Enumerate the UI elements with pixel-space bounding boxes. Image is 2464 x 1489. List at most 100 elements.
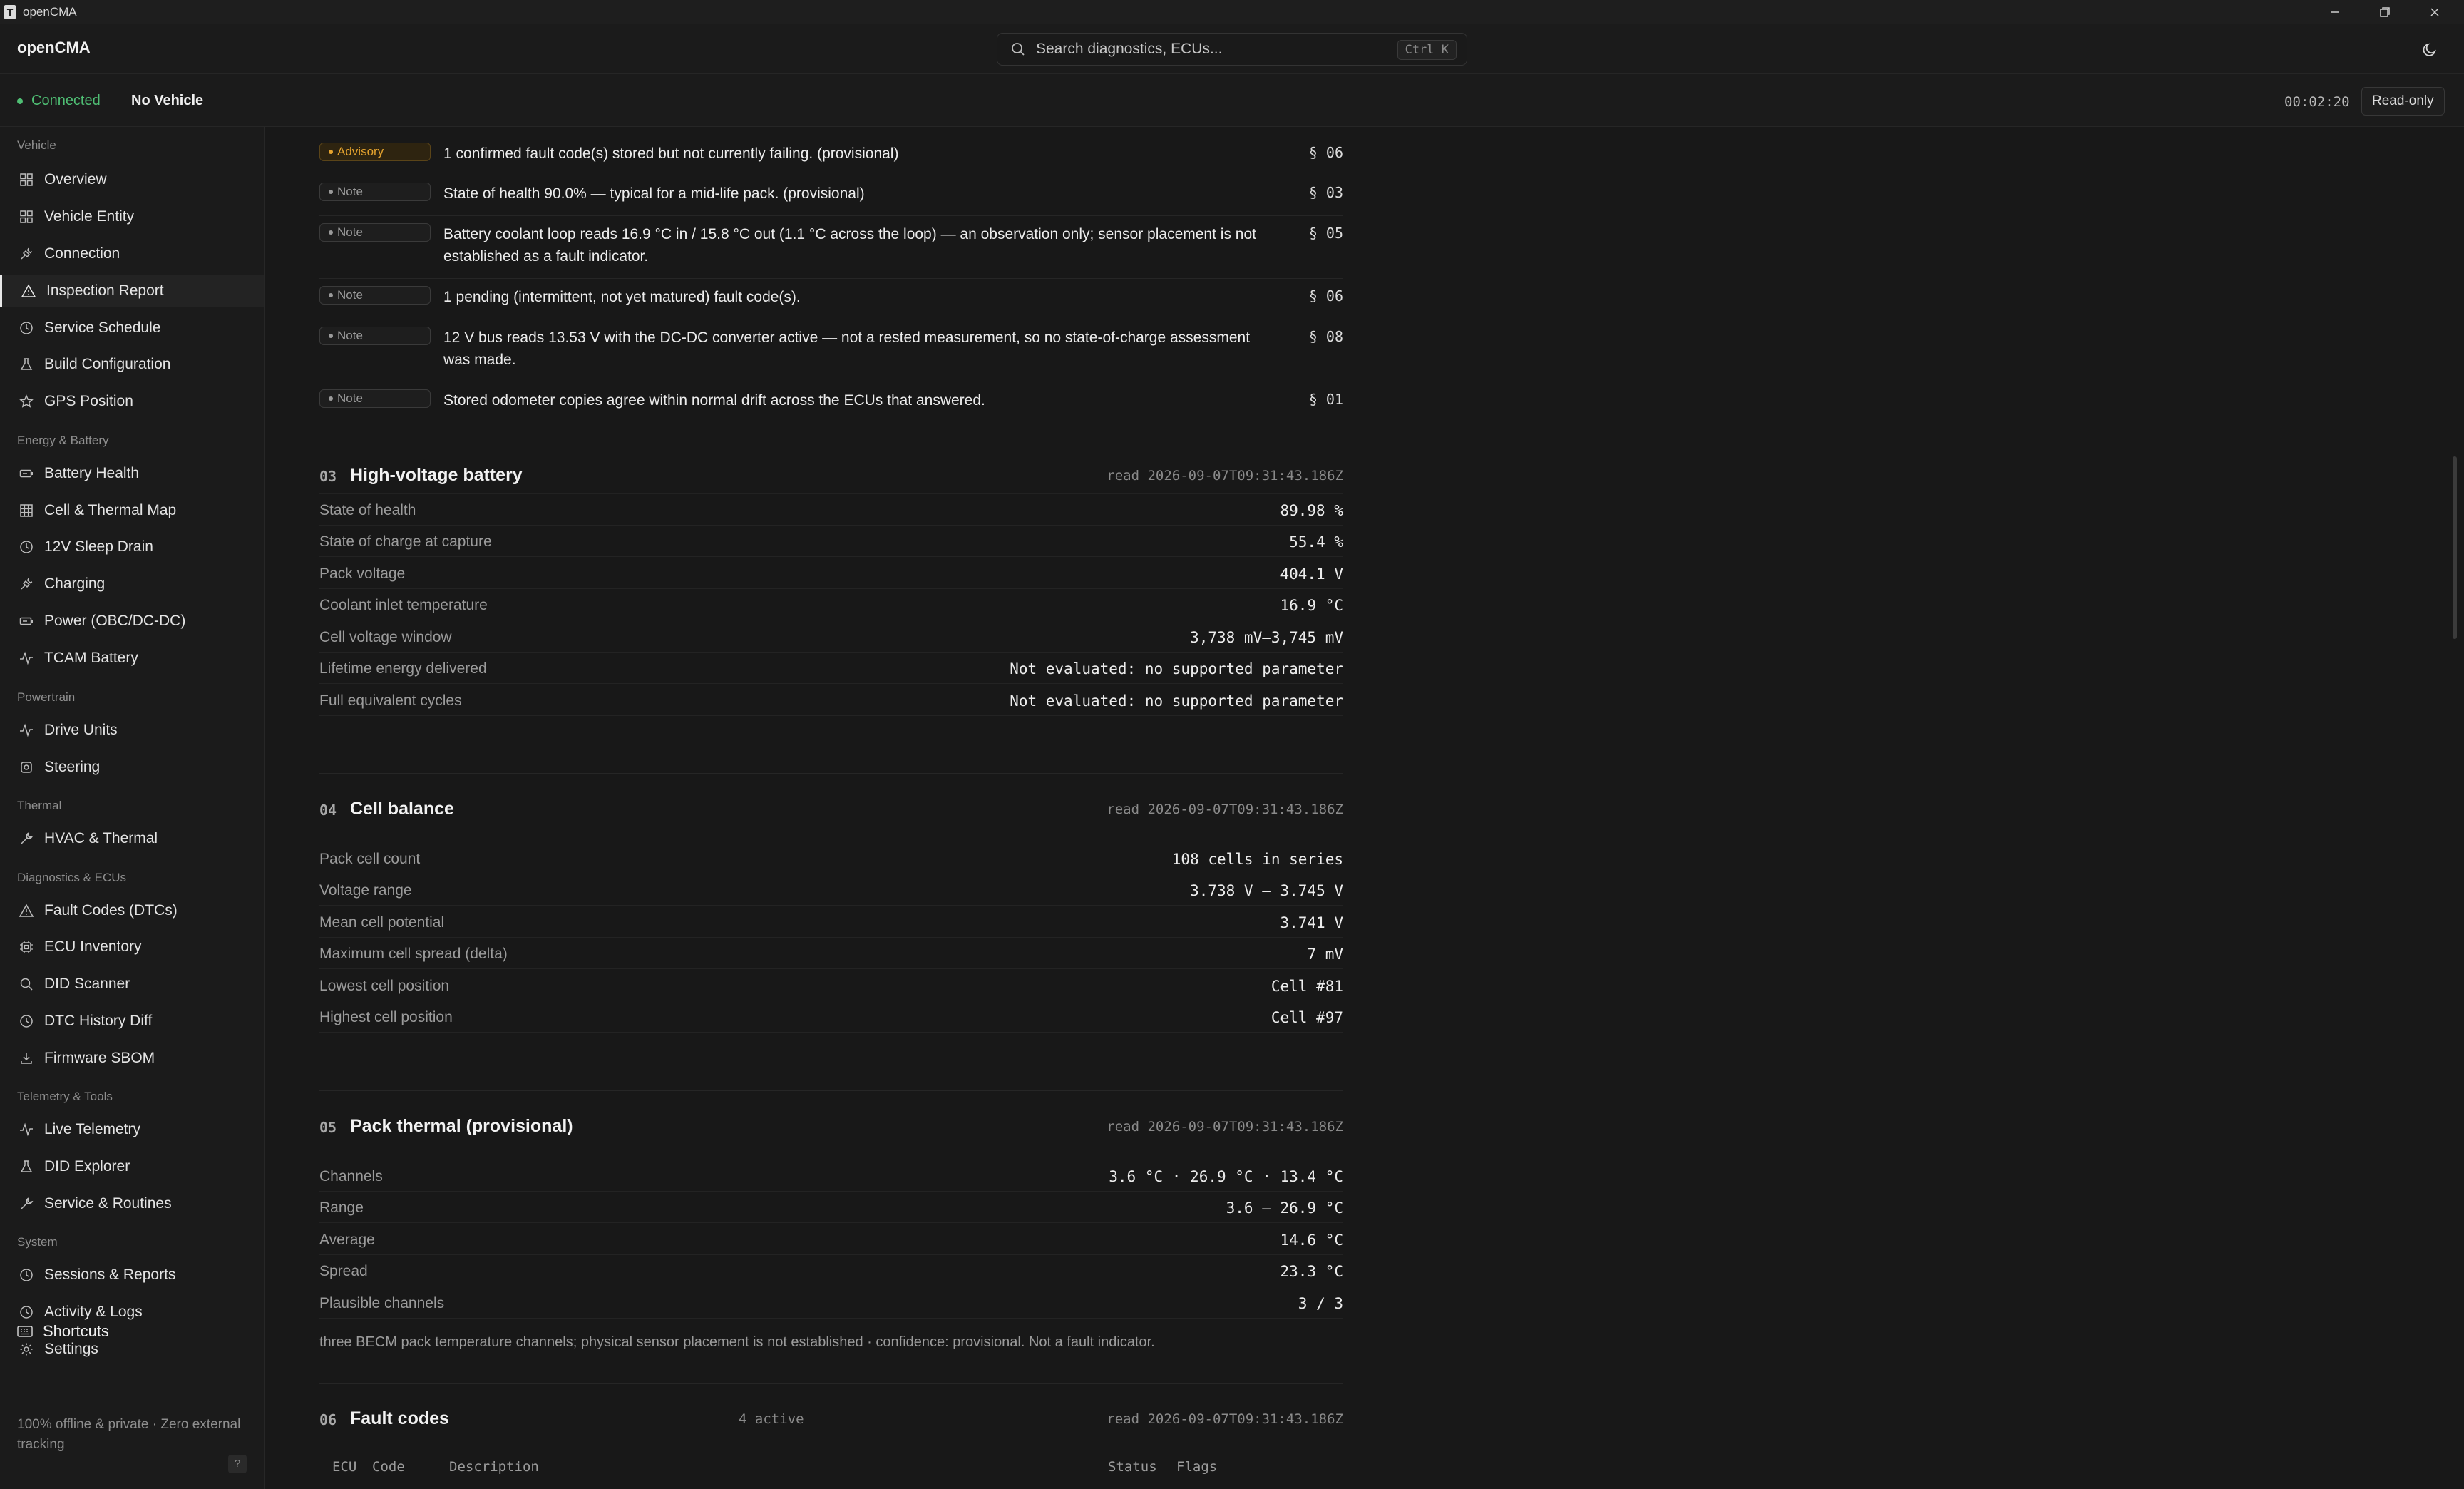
sidebar-item-dtc-history-diff[interactable]: DTC History Diff [0, 1006, 264, 1037]
sidebar-item-battery-health[interactable]: Battery Health [0, 458, 264, 489]
section-ref-link[interactable]: § 03 [1309, 184, 1343, 201]
app-icon: T [4, 4, 16, 19]
activity-icon [19, 650, 34, 666]
sidebar-item-label: Settings [44, 1341, 98, 1357]
sidebar-item-label: Sessions & Reports [44, 1267, 176, 1283]
sidebar-item-label: Drive Units [44, 722, 118, 738]
sidebar-item-label: Inspection Report [46, 282, 164, 299]
sidebar-item-charging[interactable]: Charging [0, 568, 264, 600]
kv-label: State of charge at capture [319, 533, 492, 550]
shortcuts-button[interactable]: Shortcuts [17, 1322, 109, 1341]
finding-text: Stored odometer copies agree within norm… [443, 392, 985, 409]
sidebar-item-service-routines[interactable]: Service & Routines [0, 1188, 264, 1219]
kv-row: Maximum cell spread (delta) 7 mV [319, 938, 1343, 969]
sidebar-item-drive-units[interactable]: Drive Units [0, 715, 264, 746]
kv-label: Range [319, 1199, 364, 1216]
sidebar-item-cell-thermal-map[interactable]: Cell & Thermal Map [0, 495, 264, 526]
battery-icon [19, 613, 34, 629]
nav-group-powertrain: Powertrain [17, 690, 76, 704]
section-ref-link[interactable]: § 05 [1309, 225, 1343, 242]
close-icon[interactable] [2410, 0, 2460, 24]
section-ref-link[interactable]: § 08 [1309, 328, 1343, 345]
sidebar-item-did-scanner[interactable]: DID Scanner [0, 968, 264, 1000]
sidebar-item-gps-position[interactable]: GPS Position [0, 386, 264, 417]
sidebar-item-hvac-thermal[interactable]: HVAC & Thermal [0, 823, 264, 854]
connection-dot-icon [17, 98, 23, 104]
sidebar-item-ecu-inventory[interactable]: ECU Inventory [0, 931, 264, 963]
sidebar-item-build-configuration[interactable]: Build Configuration [0, 349, 264, 380]
search-icon [19, 976, 34, 992]
kv-value: 3 / 3 [1298, 1295, 1343, 1312]
activity-icon [19, 722, 34, 738]
kv-row: Lifetime energy delivered Not evaluated: … [319, 653, 1343, 684]
kv-value: Cell #97 [1270, 1009, 1343, 1026]
sidebar-item-tcam-battery[interactable]: TCAM Battery [0, 643, 264, 674]
scrollbar-thumb[interactable] [2453, 456, 2457, 639]
read-timestamp: read 2026-09-07T09:31:43.186Z [1107, 802, 1343, 817]
sidebar-item-12v-sleep-drain[interactable]: 12V Sleep Drain [0, 531, 264, 563]
sidebar-item-label: Build Configuration [44, 356, 171, 372]
theme-toggle-button[interactable] [2418, 39, 2441, 61]
clock-icon [19, 1304, 34, 1320]
sidebar-item-firmware-sbom[interactable]: Firmware SBOM [0, 1043, 264, 1074]
section-number: 03 [319, 468, 337, 485]
sidebar-item-label: DID Explorer [44, 1158, 130, 1175]
restore-icon[interactable] [2360, 0, 2410, 24]
severity-badge: Note [319, 389, 431, 408]
keyboard-icon [17, 1326, 33, 1337]
section-ref-link[interactable]: § 06 [1309, 287, 1343, 305]
kv-value: Not evaluated: no supported parameter [1010, 660, 1343, 677]
sidebar-item-steering[interactable]: Steering [0, 752, 264, 783]
kv-label: Spread [319, 1263, 368, 1279]
nav-group-thermal: Thermal [17, 799, 62, 812]
section-divider [319, 1383, 1343, 1384]
plug-icon [19, 576, 34, 592]
kv-row: Mean cell potential 3.741 V [319, 906, 1343, 938]
sidebar-item-label: ECU Inventory [44, 938, 142, 955]
finding-text: Battery coolant loop reads 16.9 °C in / … [443, 226, 1256, 265]
search-input[interactable]: Search diagnostics, ECUs... Ctrl K [997, 33, 1467, 66]
section-header-fault-codes: 06 Fault codes 4 active read 2026-09-07T… [319, 1406, 1343, 1434]
sidebar-item-label: GPS Position [44, 393, 133, 409]
kv-label: Maximum cell spread (delta) [319, 946, 508, 962]
sidebar-item-overview[interactable]: Overview [0, 164, 264, 195]
kv-value: 108 cells in series [1171, 851, 1343, 868]
search-placeholder: Search diagnostics, ECUs... [1036, 41, 1223, 57]
privacy-note: 100% offline & private · Zero external t… [17, 1417, 241, 1452]
warning-triangle-icon [19, 903, 34, 919]
kv-value: 3.6 – 26.9 °C [1226, 1199, 1343, 1217]
sidebar-item-label: Firmware SBOM [44, 1050, 155, 1066]
kv-row: Spread 23.3 °C [319, 1255, 1343, 1286]
vehicle-name: No Vehicle [131, 93, 204, 108]
section-ref-link[interactable]: § 06 [1309, 144, 1343, 161]
kv-label: Pack cell count [319, 851, 421, 867]
section-ref-link[interactable]: § 01 [1309, 391, 1343, 408]
table-grid-icon [19, 503, 34, 518]
sidebar-item-inspection-report[interactable]: Inspection Report [0, 275, 264, 307]
kv-value: 3.741 V [1280, 914, 1343, 931]
sidebar-item-label: DTC History Diff [44, 1013, 153, 1029]
sidebar-item-live-telemetry[interactable]: Live Telemetry [0, 1114, 264, 1145]
sidebar-item-fault-codes[interactable]: Fault Codes (DTCs) [0, 895, 264, 926]
help-button[interactable]: ? [228, 1455, 247, 1473]
sidebar-item-label: Overview [44, 171, 107, 188]
section-title: Cell balance [350, 799, 454, 819]
column-header-flags: Flags [1176, 1459, 1218, 1475]
sidebar-item-sessions-reports[interactable]: Sessions & Reports [0, 1259, 264, 1291]
sidebar-item-vehicle-entity[interactable]: Vehicle Entity [0, 201, 264, 232]
brand-name: openCMA [17, 39, 91, 56]
finding-row: Note State of health 90.0% — typical for… [319, 175, 1343, 216]
kv-row: Full equivalent cycles Not evaluated: no … [319, 685, 1343, 716]
read-only-badge: Read-only [2361, 87, 2445, 116]
kv-value: 16.9 °C [1280, 597, 1343, 614]
sidebar-item-did-explorer[interactable]: DID Explorer [0, 1151, 264, 1182]
sidebar-item-power[interactable]: Power (OBC/DC-DC) [0, 605, 264, 637]
kv-value: 3.738 V – 3.745 V [1190, 882, 1343, 899]
sidebar-item-connection[interactable]: Connection [0, 238, 264, 270]
sidebar-item-label: Activity & Logs [44, 1304, 143, 1320]
minimize-icon[interactable] [2310, 0, 2360, 24]
sidebar-item-service-schedule[interactable]: Service Schedule [0, 312, 264, 344]
kv-value: 55.4 % [1289, 533, 1343, 551]
kv-label: Pack voltage [319, 566, 406, 582]
connection-status: Connected [17, 93, 101, 109]
